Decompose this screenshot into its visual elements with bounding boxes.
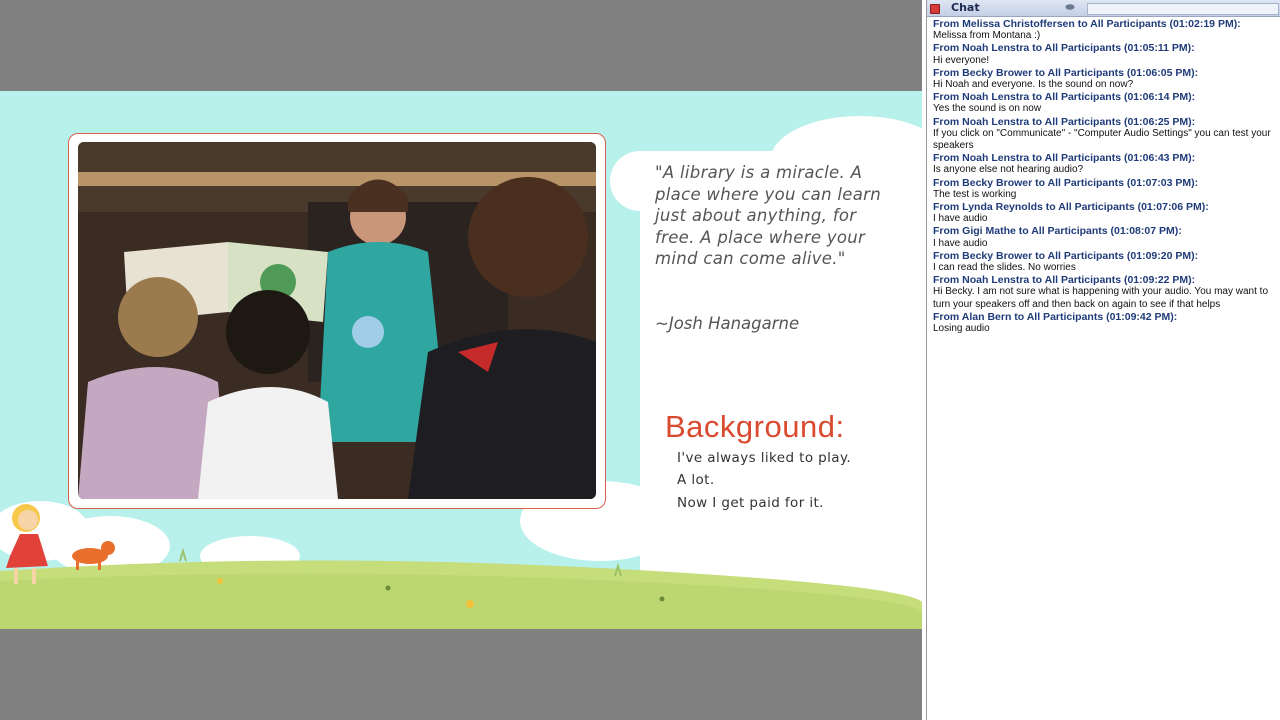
chat-message-header: From Alan Bern to All Participants (01:0… (933, 310, 1178, 323)
chat-message: From Noah Lenstra to All Participants (0… (933, 274, 1279, 311)
chat-panel: Chat From Melissa Christoffersen to All … (926, 0, 1280, 720)
background-line: A lot. (677, 472, 715, 488)
slide: "A library is a miracle. A place where y… (0, 91, 922, 629)
chat-message-header: From Becky Brower to All Participants (0… (933, 176, 1199, 189)
chat-message-header: From Noah Lenstra to All Participants (0… (933, 274, 1196, 287)
chat-message-header: From Gigi Mathe to All Participants (01:… (933, 225, 1182, 238)
background-line: Now I get paid for it. (677, 495, 824, 511)
chat-message: From Noah Lenstra to All Participants (0… (933, 42, 1279, 66)
girl-and-dog-illustration (6, 504, 115, 584)
presentation-viewer: "A library is a miracle. A place where y… (0, 0, 922, 720)
chat-bubble-icon (1065, 4, 1075, 10)
chat-message: From Becky Brower to All Participants (0… (933, 250, 1279, 274)
chat-message-text: Melissa from Montana :) (933, 30, 1041, 42)
chat-message-text: The test is working (933, 188, 1017, 200)
chat-message: From Melissa Christoffersen to All Parti… (933, 18, 1279, 42)
chat-message: From Alan Bern to All Participants (01:0… (933, 311, 1279, 335)
chat-message-header: From Lynda Reynolds to All Participants … (933, 201, 1209, 214)
chat-message: From Gigi Mathe to All Participants (01:… (933, 225, 1279, 249)
close-icon[interactable] (930, 4, 940, 14)
chat-message-header: From Melissa Christoffersen to All Parti… (933, 18, 1241, 30)
chat-message: From Becky Brower to All Participants (0… (933, 177, 1279, 201)
quote-author: ~Josh Hanagarne (655, 314, 800, 333)
chat-message: From Noah Lenstra to All Participants (0… (933, 152, 1279, 176)
chat-message-text: I have audio (933, 213, 988, 225)
chat-titlebar[interactable]: Chat (927, 0, 1280, 17)
chat-message-log[interactable]: From Melissa Christoffersen to All Parti… (933, 18, 1279, 335)
chat-message: From Noah Lenstra to All Participants (0… (933, 91, 1279, 115)
chat-message-text: Hi everyone! (933, 54, 990, 66)
chat-message-text: Yes the sound is on now (933, 103, 1042, 115)
chat-message-text: Hi Noah and everyone. Is the sound on no… (933, 79, 1134, 91)
chat-message-text: Is anyone else not hearing audio? (933, 164, 1084, 176)
chat-message-text: Losing audio (933, 323, 990, 335)
chat-message-header: From Noah Lenstra to All Participants (0… (933, 152, 1196, 165)
chat-message-text: If you click on "Communicate" - "Compute… (933, 127, 1271, 152)
background-heading: Background: (665, 409, 845, 444)
chat-message-header: From Noah Lenstra to All Participants (0… (933, 115, 1196, 128)
storytime-photo (78, 142, 596, 499)
background-line: I've always liked to play. (677, 450, 852, 466)
chat-message: From Noah Lenstra to All Participants (0… (933, 116, 1279, 153)
chat-message-text: I have audio (933, 237, 988, 249)
chat-message-header: From Becky Brower to All Participants (0… (933, 66, 1199, 79)
chat-message-header: From Noah Lenstra to All Participants (0… (933, 91, 1196, 104)
chat-message-text: Hi Becky. I am not sure what is happenin… (933, 286, 1268, 310)
chat-message: From Becky Brower to All Participants (0… (933, 67, 1279, 91)
chat-header-bar (1087, 3, 1279, 15)
chat-title: Chat (951, 1, 980, 14)
chat-message: From Lynda Reynolds to All Participants … (933, 201, 1279, 225)
slide-quote: "A library is a miracle. A place where y… (655, 163, 881, 268)
chat-message-header: From Noah Lenstra to All Participants (0… (933, 42, 1195, 55)
chat-message-header: From Becky Brower to All Participants (0… (933, 249, 1199, 262)
chat-message-text: I can read the slides. No worries (933, 262, 1076, 274)
